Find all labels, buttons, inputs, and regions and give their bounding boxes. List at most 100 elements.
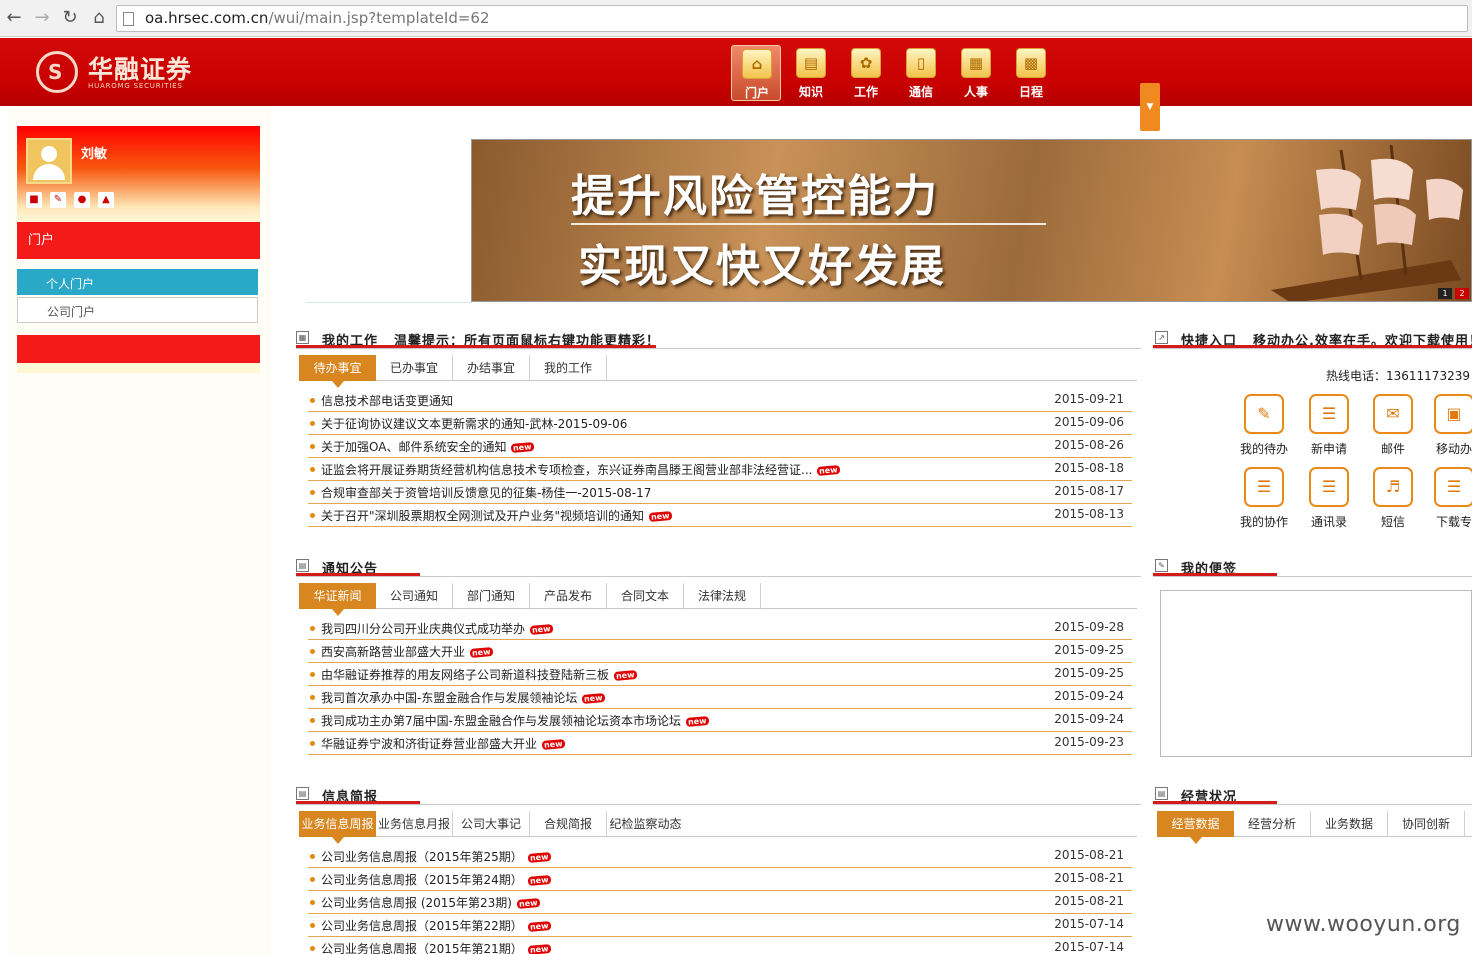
tab-business-data[interactable]: 经营数据 [1157, 811, 1234, 844]
sidebar-item-company-portal[interactable]: 公司门户 [17, 297, 258, 323]
list-item[interactable]: 公司业务信息周报 (2015年第23期) new 2015-08-21 [308, 891, 1132, 914]
nav-portal[interactable]: ⌂ 门户 [731, 45, 781, 101]
list-item-title[interactable]: 公司业务信息周报（2015年第21期） new [321, 940, 551, 954]
org-chart-icon[interactable]: ▲ [98, 192, 114, 208]
tab-weekly[interactable]: 业务信息周报 [299, 811, 376, 844]
list-item[interactable]: 我司首次承办中国-东盟金融合作与发展领袖论坛 new 2015-09-24 [308, 686, 1132, 709]
tab-finished[interactable]: 办结事宜 [453, 355, 530, 381]
list-item-text[interactable]: 我司成功主办第7届中国-东盟金融合作与发展领袖论坛资本市场论坛 [321, 714, 681, 728]
tab-operation-data[interactable]: 业务数据 [1311, 811, 1388, 837]
tab-my-work[interactable]: 我的工作 [530, 355, 607, 381]
list-item-text[interactable]: 公司业务信息周报（2015年第24期） [321, 873, 523, 887]
list-item-title[interactable]: 我司四川分公司开业庆典仪式成功举办 new [321, 620, 553, 637]
list-item-text[interactable]: 合规审查部关于资管培训反馈意见的征集-杨佳一-2015-08-17 [321, 486, 651, 500]
list-item-text[interactable]: 公司业务信息周报（2015年第21期） [321, 942, 523, 954]
list-item[interactable]: 公司业务信息周报（2015年第21期） new 2015-07-14 [308, 937, 1132, 954]
nav-hr[interactable]: ▦ 人事 [951, 45, 1001, 101]
list-item-title[interactable]: 关于征询协议建议文本更新需求的通知-武林-2015-09-06 [321, 415, 627, 432]
list-item[interactable]: 公司业务信息周报（2015年第24期） new 2015-08-21 [308, 868, 1132, 891]
nav-knowledge[interactable]: ▤ 知识 [786, 45, 836, 101]
edit-icon[interactable]: ✎ [50, 192, 66, 208]
list-item-text[interactable]: 由华融证券推荐的用友网络子公司新道科技登陆新三板 [321, 668, 609, 682]
quick-my-todo[interactable]: ✎ 我的待办 [1234, 394, 1294, 462]
list-item[interactable]: 由华融证券推荐的用友网络子公司新道科技登陆新三板 new 2015-09-25 [308, 663, 1132, 686]
tab-discipline[interactable]: 纪检监察动态 [607, 811, 684, 837]
quick-download[interactable]: ☰ 下载专 [1424, 467, 1472, 535]
list-item-text[interactable]: 我司四川分公司开业庆典仪式成功举办 [321, 622, 525, 636]
list-item[interactable]: 关于召开"深圳股票期权全网测试及开户业务"视频培训的通知 new 2015-08-1… [308, 504, 1132, 527]
banner-pager-dot[interactable]: 2 [1455, 288, 1469, 299]
list-item[interactable]: 信息技术部电话变更通知 2015-09-21 [308, 389, 1132, 412]
list-item[interactable]: 我司四川分公司开业庆典仪式成功举办 new 2015-09-28 [308, 617, 1132, 640]
list-item-title[interactable]: 西安高新路营业部盛大开业 new [321, 643, 493, 660]
nav-schedule[interactable]: ▩ 日程 [1006, 45, 1056, 101]
back-icon[interactable]: ← [4, 8, 24, 28]
list-item-text[interactable]: 证监会将开展证券期货经营机构信息技术专项检查，东兴证券南昌滕王阁营业部非法经营证… [321, 463, 812, 477]
list-item-text[interactable]: 我司首次承办中国-东盟金融合作与发展领袖论坛 [321, 691, 577, 705]
tab-monthly[interactable]: 业务信息月报 [376, 811, 453, 837]
list-item-title[interactable]: 公司业务信息周报（2015年第24期） new [321, 871, 551, 888]
quick-mobile-office[interactable]: ▣ 移动办 [1424, 394, 1472, 462]
list-item-text[interactable]: 关于召开"深圳股票期权全网测试及开户业务"视频培训的通知 [321, 509, 644, 523]
tab-events[interactable]: 公司大事记 [453, 811, 530, 837]
tab-company-notice[interactable]: 公司通知 [376, 583, 453, 609]
list-item[interactable]: 西安高新路营业部盛大开业 new 2015-09-25 [308, 640, 1132, 663]
quick-sms[interactable]: ♬ 短信 [1363, 467, 1423, 535]
list-item[interactable]: 公司业务信息周报（2015年第22期） new 2015-07-14 [308, 914, 1132, 937]
list-item-title[interactable]: 我司成功主办第7届中国-东盟金融合作与发展领袖论坛资本市场论坛 new [321, 712, 709, 729]
tab-contract-text[interactable]: 合同文本 [607, 583, 684, 609]
sidebar-item-personal-portal[interactable]: 个人门户 [17, 269, 258, 295]
list-item-text[interactable]: 关于加强OA、邮件系统安全的通知 [321, 440, 506, 454]
list-item-title[interactable]: 合规审查部关于资管培训反馈意见的征集-杨佳一-2015-08-17 [321, 484, 651, 501]
reload-icon[interactable]: ↻ [60, 8, 80, 28]
quick-contacts[interactable]: ☰ 通讯录 [1299, 467, 1359, 535]
list-item-text[interactable]: 公司业务信息周报 (2015年第23期) [321, 896, 512, 910]
list-item[interactable]: 关于加强OA、邮件系统安全的通知 new 2015-08-26 [308, 435, 1132, 458]
list-item-text[interactable]: 公司业务信息周报（2015年第25期） [321, 850, 523, 864]
message-icon[interactable]: ■ [26, 192, 42, 208]
nav-communication[interactable]: ▯ 通信 [896, 45, 946, 101]
tab-pending[interactable]: 待办事宜 [299, 355, 376, 388]
tab-done[interactable]: 已办事宜 [376, 355, 453, 381]
list-item[interactable]: 公司业务信息周报（2015年第25期） new 2015-08-21 [308, 845, 1132, 868]
forward-icon[interactable]: → [32, 8, 52, 28]
list-item-title[interactable]: 公司业务信息周报（2015年第22期） new [321, 917, 551, 934]
quick-mail[interactable]: ✉ 邮件 [1363, 394, 1423, 462]
tab-compliance[interactable]: 合规简报 [530, 811, 607, 837]
list-item-title[interactable]: 信息技术部电话变更通知 [321, 392, 453, 409]
tab-innovation[interactable]: 协同创新 [1388, 811, 1465, 837]
list-item-text[interactable]: 公司业务信息周报（2015年第22期） [321, 919, 523, 933]
nav-more-button[interactable]: ▼ [1140, 83, 1160, 131]
tab-business-analysis[interactable]: 经营分析 [1234, 811, 1311, 837]
list-item-title[interactable]: 证监会将开展证券期货经营机构信息技术专项检查，东兴证券南昌滕王阁营业部非法经营证… [321, 461, 841, 478]
list-item-title[interactable]: 公司业务信息周报（2015年第25期） new [321, 848, 551, 865]
quick-new-request[interactable]: ☰ 新申请 [1299, 394, 1359, 462]
tab-laws[interactable]: 法律法规 [684, 583, 761, 609]
memo-textarea[interactable] [1160, 590, 1472, 757]
list-item-title[interactable]: 由华融证券推荐的用友网络子公司新道科技登陆新三板 new [321, 666, 637, 683]
list-item[interactable]: 合规审查部关于资管培训反馈意见的征集-杨佳一-2015-08-17 2015-08… [308, 481, 1132, 504]
list-item-text[interactable]: 信息技术部电话变更通知 [321, 394, 453, 408]
lock-icon[interactable]: ● [74, 192, 90, 208]
address-bar[interactable]: oa.hrsec.com.cn/wui/main.jsp?templateId=… [116, 5, 1468, 32]
list-item[interactable]: 我司成功主办第7届中国-东盟金融合作与发展领袖论坛资本市场论坛 new 2015-0… [308, 709, 1132, 732]
sidebar-section-portal[interactable]: 门户 [17, 222, 260, 259]
list-item-text[interactable]: 华融证券宁波和济街证券营业部盛大开业 [321, 737, 537, 751]
quick-my-collab[interactable]: ☰ 我的协作 [1234, 467, 1294, 535]
list-item-text[interactable]: 关于征询协议建议文本更新需求的通知-武林-2015-09-06 [321, 417, 627, 431]
list-item[interactable]: 证监会将开展证券期货经营机构信息技术专项检查，东兴证券南昌滕王阁营业部非法经营证… [308, 458, 1132, 481]
list-item-title[interactable]: 关于召开"深圳股票期权全网测试及开户业务"视频培训的通知 new [321, 507, 672, 524]
list-item-title[interactable]: 华融证券宁波和济街证券营业部盛大开业 new [321, 735, 565, 752]
list-item[interactable]: 华融证券宁波和济街证券营业部盛大开业 new 2015-09-23 [308, 732, 1132, 755]
tab-hz-news[interactable]: 华证新闻 [299, 583, 376, 616]
list-item-title[interactable]: 我司首次承办中国-东盟金融合作与发展领袖论坛 new [321, 689, 606, 706]
home-icon[interactable]: ⌂ [89, 8, 109, 28]
tab-dept-notice[interactable]: 部门通知 [453, 583, 530, 609]
list-item[interactable]: 关于征询协议建议文本更新需求的通知-武林-2015-09-06 2015-09-0… [308, 412, 1132, 435]
tab-product-release[interactable]: 产品发布 [530, 583, 607, 609]
list-item-title[interactable]: 公司业务信息周报 (2015年第23期) new [321, 894, 540, 911]
banner-pager-dot[interactable]: 1 [1438, 288, 1452, 299]
list-item-text[interactable]: 西安高新路营业部盛大开业 [321, 645, 465, 659]
list-item-title[interactable]: 关于加强OA、邮件系统安全的通知 new [321, 438, 535, 455]
avatar[interactable] [26, 138, 72, 184]
